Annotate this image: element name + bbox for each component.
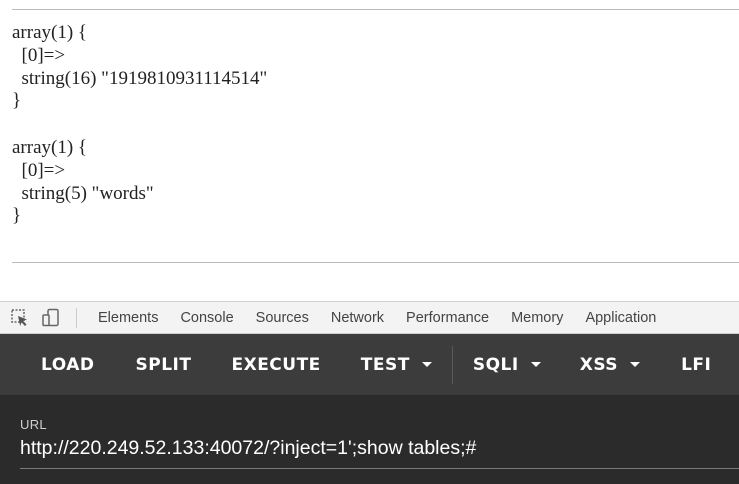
load-label: LOAD xyxy=(41,354,95,375)
tab-memory[interactable]: Memory xyxy=(500,310,574,326)
url-input[interactable]: http://220.249.52.133:40072/?inject=1';s… xyxy=(20,437,476,460)
xss-label: XSS xyxy=(579,354,619,375)
hackbar-toolbar: LOAD SPLIT EXECUTE TEST SQLI XSS LFI xyxy=(0,334,739,395)
split-button[interactable]: SPLIT xyxy=(136,355,192,375)
url-label: URL xyxy=(20,417,47,432)
tab-network[interactable]: Network xyxy=(320,310,395,326)
sqli-dropdown-button[interactable]: SQLI xyxy=(473,355,541,375)
test-dropdown-button[interactable]: TEST xyxy=(361,355,432,375)
url-panel: URL http://220.249.52.133:40072/?inject=… xyxy=(0,395,739,484)
execute-label: EXECUTE xyxy=(231,354,321,375)
xss-dropdown-button[interactable]: XSS xyxy=(579,354,641,375)
toolbar-separator xyxy=(451,345,453,384)
tab-separator xyxy=(76,307,77,328)
tab-console[interactable]: Console xyxy=(169,310,244,326)
top-divider xyxy=(12,9,739,10)
devtools-tab-bar: Elements Console Sources Network Perform… xyxy=(0,301,739,334)
caret-down-icon xyxy=(630,362,641,367)
tab-application[interactable]: Application xyxy=(574,310,667,326)
element-picker-icon[interactable] xyxy=(9,307,31,329)
test-label: TEST xyxy=(360,354,410,375)
split-label: SPLIT xyxy=(135,354,192,375)
device-toggle-icon[interactable] xyxy=(40,307,62,329)
tab-sources[interactable]: Sources xyxy=(245,310,320,326)
bottom-divider xyxy=(12,262,739,263)
lfi-dropdown-button[interactable]: LFI xyxy=(681,355,711,375)
tab-performance[interactable]: Performance xyxy=(395,310,500,326)
caret-down-icon xyxy=(530,362,541,367)
sqli-label: SQLI xyxy=(472,354,519,375)
tab-elements[interactable]: Elements xyxy=(87,310,169,326)
var-dump-result-2: array(1) { [0]=> string(5) "words" } xyxy=(12,137,154,227)
execute-button[interactable]: EXECUTE xyxy=(231,355,320,375)
var-dump-result-1: array(1) { [0]=> string(16) "19198109311… xyxy=(12,22,268,112)
lfi-label: LFI xyxy=(681,354,712,375)
page-output: array(1) { [0]=> string(16) "19198109311… xyxy=(0,0,739,300)
caret-down-icon xyxy=(421,362,432,367)
url-input-underline xyxy=(20,468,739,469)
load-button[interactable]: LOAD xyxy=(41,355,95,375)
